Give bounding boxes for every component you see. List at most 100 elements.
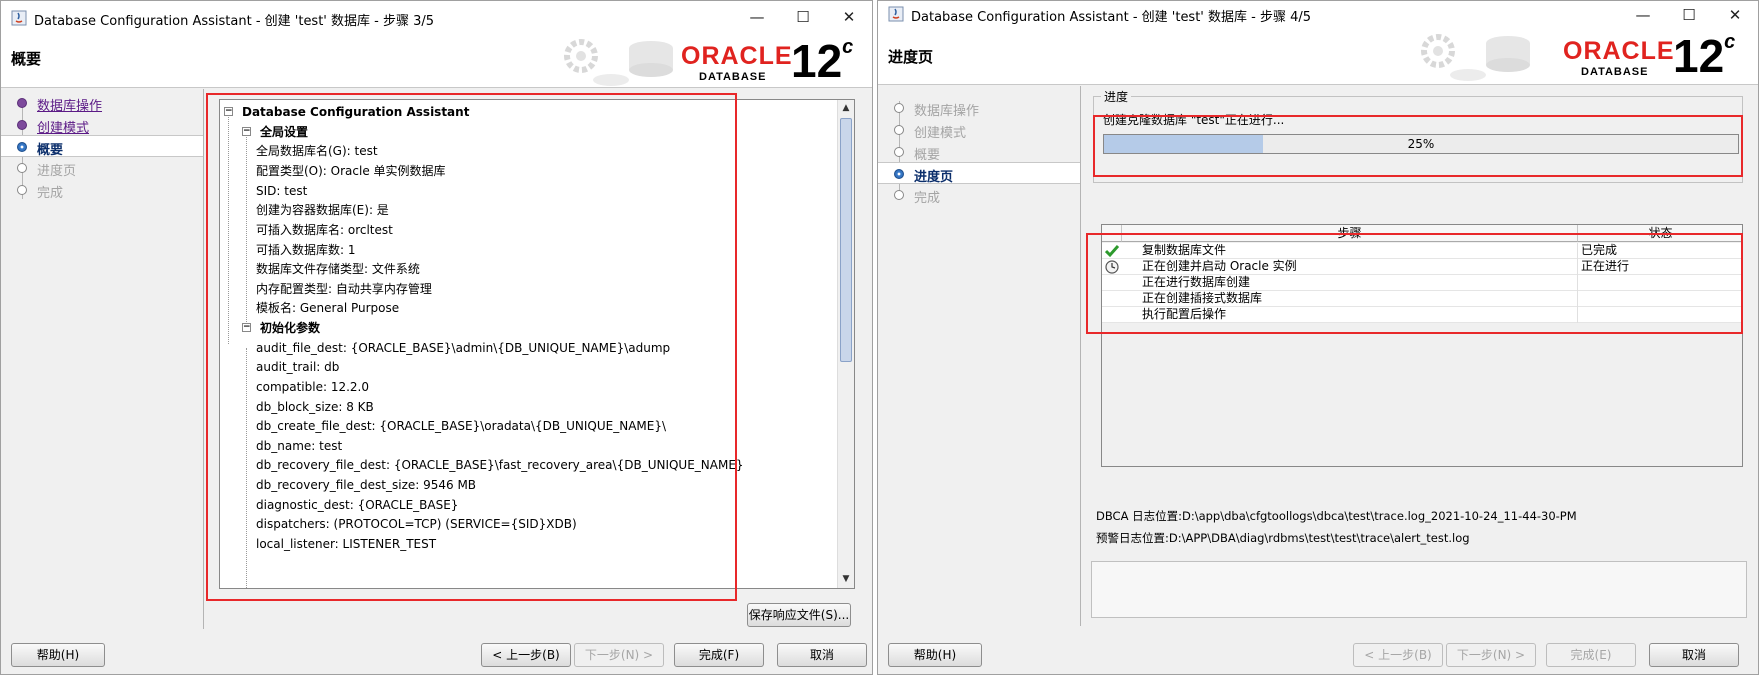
step-indicator-icon [894,125,904,135]
step-indicator-icon [17,163,27,173]
gears-graphic-icon [1421,34,1530,81]
title-bar: Database Configuration Assistant - 创建 't… [1,1,872,34]
java-app-icon [11,10,27,26]
progress-message: 创建克隆数据库 "test"正在进行... [1103,113,1285,127]
step-database-operation[interactable]: 数据库操作 [1,92,203,114]
save-response-file-button[interactable]: 保存响应文件(S)... [747,603,851,627]
tree-root[interactable]: − Database Configuration Assistant [220,102,469,122]
vertical-scrollbar[interactable]: ▲ ▼ [837,100,854,588]
step-creation-mode[interactable]: 创建模式 [1,114,203,136]
maximize-button[interactable]: ☐ [1666,1,1712,29]
summary-tree[interactable]: − Database Configuration Assistant − 全局设… [219,99,855,589]
tree-item: local_listener: LISTENER_TEST [256,537,437,551]
dbca-window-step3: Database Configuration Assistant - 创建 't… [0,0,873,675]
step-creation-mode: 创建模式 [878,119,1080,141]
close-button[interactable]: ✕ [826,1,872,34]
back-button[interactable]: < 上一步(B) [481,643,571,667]
maximize-button[interactable]: ☐ [780,1,826,34]
current-step-icon [17,142,27,152]
minimize-button[interactable]: — [1620,1,1666,29]
help-button[interactable]: 帮助(H) [888,643,982,667]
tree-node-init-params[interactable]: − 初始化参数 [238,318,320,338]
tree-item: 可插入数据库数: 1 [256,243,356,257]
table-row: 正在创建插接式数据库 [1102,291,1742,307]
title-bar: Database Configuration Assistant - 创建 't… [878,1,1758,29]
java-app-icon [888,6,904,22]
finish-button[interactable]: 完成(F) [674,643,764,667]
table-row: 复制数据库文件 已完成 [1102,243,1742,259]
check-icon [1105,245,1119,258]
minimize-button[interactable]: — [734,1,780,34]
summary-panel: − Database Configuration Assistant − 全局设… [203,89,872,629]
scroll-thumb[interactable] [840,118,852,362]
collapse-icon[interactable]: − [224,107,233,116]
progress-steps-table: 步骤 状态 复制数据库文件 已完成 正在创建并启动 Oracle 实例 正在进行 [1101,224,1743,467]
table-header-step[interactable]: 步骤 [1122,225,1578,242]
tree-item: 可插入数据库名: orcltest [256,223,393,237]
table-row: 执行配置后操作 [1102,307,1742,323]
page-title: 概要 [11,50,42,68]
scroll-up-arrow-icon[interactable]: ▲ [838,100,854,117]
clock-icon [1105,260,1119,274]
step-summary[interactable]: 概要 [1,135,203,158]
tree-item: diagnostic_dest: {ORACLE_BASE} [256,498,459,512]
tree-node-global-settings[interactable]: − 全局设置 [238,122,308,142]
step-indicator-icon [17,120,27,130]
tree-item: db_name: test [256,439,343,453]
next-button: 下一步(N) > [574,643,664,667]
back-button: < 上一步(B) [1353,643,1443,667]
tree-item: 配置类型(O): Oracle 单实例数据库 [256,164,446,178]
tree-item: db_create_file_dest: {ORACLE_BASE}\orada… [256,419,667,433]
help-button[interactable]: 帮助(H) [11,643,105,667]
gears-graphic-icon [564,39,673,86]
current-step-icon [894,169,904,179]
tree-item: audit_file_dest: {ORACLE_BASE}\admin\{DB… [256,341,671,355]
table-row: 正在创建并启动 Oracle 实例 正在进行 [1102,259,1742,275]
tree-item: db_recovery_file_dest: {ORACLE_BASE}\fas… [256,458,744,472]
header-banner: 进度页 ORACLE DATABASE 12c [878,29,1758,85]
collapse-icon[interactable]: − [242,323,251,332]
alert-log-location: 预警日志位置:D:\APP\DBA\diag\rdbms\test\test\t… [1096,531,1470,545]
tree-item: 内存配置类型: 自动共享内存管理 [256,282,432,296]
table-header-icon-column [1102,225,1122,242]
step-indicator-icon [894,103,904,113]
step-finish: 完成 [1,179,203,201]
window-title: Database Configuration Assistant - 创建 't… [911,10,1312,25]
step-indicator-icon [17,185,27,195]
tree-item: 创建为容器数据库(E): 是 [256,203,389,217]
oracle-database-logo: ORACLE DATABASE 12c [681,35,854,87]
cancel-button[interactable]: 取消 [777,643,867,667]
collapse-icon[interactable]: − [242,127,251,136]
dbca-window-step4: Database Configuration Assistant - 创建 't… [877,0,1759,675]
progress-group-label: 进度 [1101,88,1132,105]
step-indicator-icon [894,190,904,200]
page-title: 进度页 [888,48,934,66]
step-summary: 概要 [878,141,1080,163]
tree-item: db_recovery_file_dest_size: 9546 MB [256,478,477,492]
tree-item: dispatchers: (PROTOCOL=TCP) (SERVICE={SI… [256,517,577,531]
tree-item: 全局数据库名(G): test [256,144,378,158]
tree-item: audit_trail: db [256,360,340,374]
tree-item: db_block_size: 8 KB [256,400,374,414]
step-indicator-icon [894,147,904,157]
close-button[interactable]: ✕ [1712,1,1758,29]
oracle-database-logo: ORACLE DATABASE 12c [1563,30,1736,82]
step-finish: 完成 [878,184,1080,206]
tree-item: 数据库文件存储类型: 文件系统 [256,262,420,276]
next-button: 下一步(N) > [1446,643,1536,667]
window-title: Database Configuration Assistant - 创建 't… [34,14,435,29]
step-progress-page[interactable]: 进度页 [878,162,1080,185]
scroll-down-arrow-icon[interactable]: ▼ [838,571,854,588]
cancel-button[interactable]: 取消 [1649,643,1739,667]
log-output-area [1091,561,1747,618]
progress-bar: 25% [1103,134,1739,154]
tree-item: compatible: 12.2.0 [256,380,369,394]
table-row: 正在进行数据库创建 [1102,275,1742,291]
tree-item: SID: test [256,184,308,198]
progress-percent: 25% [1407,137,1435,151]
step-progress-page: 进度页 [1,157,203,179]
table-header-status[interactable]: 状态 [1578,225,1742,242]
tree-item: 模板名: General Purpose [256,301,400,315]
finish-button: 完成(E) [1546,643,1636,667]
header-banner: 概要 ORACLE DATABASE 12c [1,34,872,88]
